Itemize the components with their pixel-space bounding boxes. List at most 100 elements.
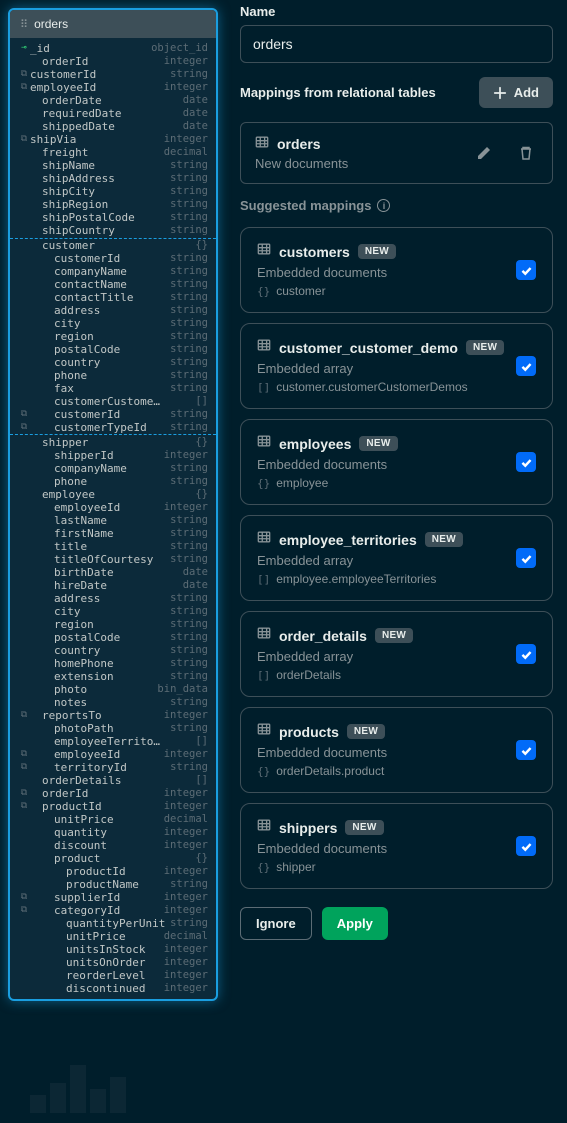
delete-button[interactable]: [514, 141, 538, 165]
schema-field[interactable]: lastNamestring: [10, 514, 216, 527]
schema-field[interactable]: companyNamestring: [10, 265, 216, 278]
schema-field[interactable]: addressstring: [10, 592, 216, 605]
schema-field[interactable]: customer{}: [10, 239, 216, 252]
schema-field[interactable]: phonestring: [10, 475, 216, 488]
field-icon: ⧉: [18, 761, 30, 774]
schema-field[interactable]: extensionstring: [10, 670, 216, 683]
suggestion-checkbox[interactable]: [516, 740, 536, 760]
schema-field[interactable]: quantityPerUnitstring: [10, 917, 216, 930]
schema-field[interactable]: orderIdinteger: [10, 55, 216, 68]
field-name: phone: [54, 369, 170, 382]
schema-field[interactable]: regionstring: [10, 330, 216, 343]
info-icon[interactable]: i: [377, 199, 390, 212]
schema-field[interactable]: customerCustome…[]: [10, 395, 216, 408]
schema-field[interactable]: ⧉categoryIdinteger: [10, 904, 216, 917]
schema-field[interactable]: requiredDatedate: [10, 107, 216, 120]
schema-field[interactable]: productNamestring: [10, 878, 216, 891]
schema-field[interactable]: homePhonestring: [10, 657, 216, 670]
suggestion-checkbox[interactable]: [516, 356, 536, 376]
schema-field[interactable]: orderDatedate: [10, 94, 216, 107]
schema-field[interactable]: unitsOnOrderinteger: [10, 956, 216, 969]
suggestion-checkbox[interactable]: [516, 260, 536, 280]
schema-field[interactable]: shipCountrystring: [10, 224, 216, 237]
name-input[interactable]: [240, 25, 553, 63]
schema-field[interactable]: hireDatedate: [10, 579, 216, 592]
schema-field[interactable]: faxstring: [10, 382, 216, 395]
edit-button[interactable]: [472, 141, 496, 165]
schema-field[interactable]: postalCodestring: [10, 343, 216, 356]
schema-field[interactable]: ⧉employeeIdinteger: [10, 81, 216, 94]
schema-field[interactable]: discontinuedinteger: [10, 982, 216, 995]
schema-field[interactable]: shipNamestring: [10, 159, 216, 172]
schema-field[interactable]: ⧉customerIdstring: [10, 408, 216, 421]
field-name: discontinued: [66, 982, 164, 995]
field-name: companyName: [54, 265, 170, 278]
schema-field[interactable]: regionstring: [10, 618, 216, 631]
schema-field[interactable]: ⊸_idobject_id: [10, 42, 216, 55]
schema-field[interactable]: freightdecimal: [10, 146, 216, 159]
schema-field[interactable]: ⧉employeeIdinteger: [10, 748, 216, 761]
schema-field[interactable]: employee{}: [10, 488, 216, 501]
field-type: decimal: [164, 813, 208, 826]
field-name: unitPrice: [54, 813, 164, 826]
schema-field[interactable]: ⧉shipViainteger: [10, 133, 216, 146]
schema-field[interactable]: unitPricedecimal: [10, 813, 216, 826]
schema-field[interactable]: notesstring: [10, 696, 216, 709]
apply-button[interactable]: Apply: [322, 907, 388, 940]
schema-field[interactable]: ⧉supplierIdinteger: [10, 891, 216, 904]
schema-field[interactable]: titleOfCourtesystring: [10, 553, 216, 566]
schema-field[interactable]: companyNamestring: [10, 462, 216, 475]
schema-field[interactable]: quantityinteger: [10, 826, 216, 839]
schema-field[interactable]: phonestring: [10, 369, 216, 382]
suggestion-checkbox[interactable]: [516, 548, 536, 568]
root-mapping-name: orders: [277, 136, 321, 152]
schema-field[interactable]: unitPricedecimal: [10, 930, 216, 943]
schema-field[interactable]: shippedDatedate: [10, 120, 216, 133]
schema-header[interactable]: ⠿ orders: [10, 10, 216, 38]
schema-field[interactable]: citystring: [10, 605, 216, 618]
suggestion-checkbox[interactable]: [516, 452, 536, 472]
schema-field[interactable]: citystring: [10, 317, 216, 330]
schema-field[interactable]: contactNamestring: [10, 278, 216, 291]
suggestion-checkbox[interactable]: [516, 836, 536, 856]
field-type: string: [170, 462, 208, 475]
schema-field[interactable]: customerIdstring: [10, 252, 216, 265]
schema-field[interactable]: shipCitystring: [10, 185, 216, 198]
schema-field[interactable]: ⧉customerIdstring: [10, 68, 216, 81]
schema-field[interactable]: shipper{}: [10, 436, 216, 449]
schema-field[interactable]: shipAddressstring: [10, 172, 216, 185]
schema-field[interactable]: ⧉customerTypeIdstring: [10, 421, 216, 434]
schema-field[interactable]: employeeIdinteger: [10, 501, 216, 514]
schema-field[interactable]: unitsInStockinteger: [10, 943, 216, 956]
schema-field[interactable]: employeeTerrito…[]: [10, 735, 216, 748]
schema-field[interactable]: product{}: [10, 852, 216, 865]
schema-field[interactable]: orderDetails[]: [10, 774, 216, 787]
schema-field[interactable]: shipPostalCodestring: [10, 211, 216, 224]
schema-field[interactable]: ⧉productIdinteger: [10, 800, 216, 813]
schema-field[interactable]: birthDatedate: [10, 566, 216, 579]
schema-field[interactable]: shipperIdinteger: [10, 449, 216, 462]
field-name: productId: [30, 800, 164, 813]
field-type: string: [170, 343, 208, 356]
schema-field[interactable]: photoPathstring: [10, 722, 216, 735]
field-type: {}: [195, 239, 208, 252]
add-button[interactable]: Add: [479, 77, 553, 108]
schema-field[interactable]: addressstring: [10, 304, 216, 317]
schema-field[interactable]: contactTitlestring: [10, 291, 216, 304]
schema-field[interactable]: productIdinteger: [10, 865, 216, 878]
ignore-button[interactable]: Ignore: [240, 907, 312, 940]
schema-field[interactable]: discountinteger: [10, 839, 216, 852]
field-type: integer: [164, 826, 208, 839]
schema-field[interactable]: firstNamestring: [10, 527, 216, 540]
schema-field[interactable]: postalCodestring: [10, 631, 216, 644]
schema-field[interactable]: ⧉territoryIdstring: [10, 761, 216, 774]
schema-field[interactable]: countrystring: [10, 356, 216, 369]
schema-field[interactable]: ⧉reportsTointeger: [10, 709, 216, 722]
schema-field[interactable]: titlestring: [10, 540, 216, 553]
schema-field[interactable]: photobin_data: [10, 683, 216, 696]
schema-field[interactable]: shipRegionstring: [10, 198, 216, 211]
schema-field[interactable]: countrystring: [10, 644, 216, 657]
suggestion-checkbox[interactable]: [516, 644, 536, 664]
schema-field[interactable]: reorderLevelinteger: [10, 969, 216, 982]
schema-field[interactable]: ⧉orderIdinteger: [10, 787, 216, 800]
